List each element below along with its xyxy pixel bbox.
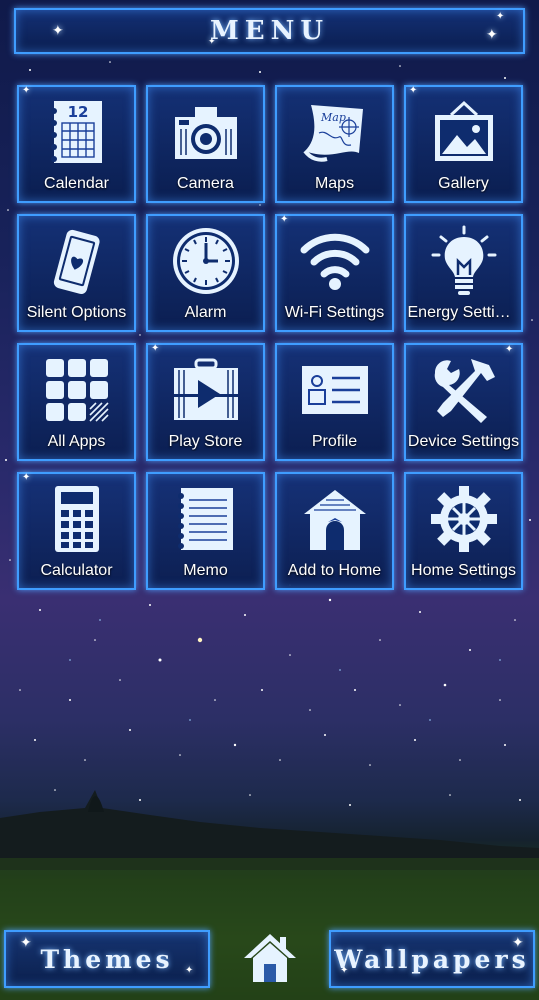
menu-header: MENU — [14, 8, 525, 54]
menu-title: MENU — [209, 16, 330, 46]
wallpapers-label: Wallpapers — [334, 944, 530, 974]
tile-label: Profile — [311, 433, 358, 450]
tile-maps[interactable]: Map Maps — [275, 85, 394, 203]
tile-home-settings[interactable]: Home Settings — [404, 472, 523, 590]
home-icon — [244, 934, 296, 982]
map-icon: Map — [295, 95, 375, 169]
memo-icon — [166, 482, 246, 556]
sparkle-icon: ✦ — [20, 935, 32, 951]
tile-label: Wi-Fi Settings — [284, 304, 385, 321]
app-grid-icon — [37, 353, 117, 427]
tile-label: Home Settings — [411, 562, 516, 579]
sparkle-icon: ✦ — [22, 85, 31, 96]
camera-icon — [166, 95, 246, 169]
tile-label: Alarm — [184, 304, 227, 321]
tile-label: Camera — [177, 175, 234, 192]
tile-label: All Apps — [47, 433, 106, 450]
profile-card-icon — [295, 353, 375, 427]
calculator-icon — [37, 482, 117, 556]
svg-text:12: 12 — [67, 103, 88, 121]
gear-icon — [424, 482, 504, 556]
wifi-icon — [295, 224, 375, 298]
tile-silent-options[interactable]: Silent Options — [17, 214, 136, 332]
tile-calendar[interactable]: 12 Calendar — [17, 85, 136, 203]
phone-heart-icon — [37, 224, 117, 298]
sparkle-icon: ✦ — [496, 11, 505, 22]
svg-text:Map: Map — [320, 111, 346, 124]
tile-label: Calculator — [40, 562, 113, 579]
tile-label: Device Settings — [407, 433, 520, 450]
tile-profile[interactable]: Profile — [275, 343, 394, 461]
tile-label: Play Store — [168, 433, 243, 450]
tile-label: Silent Options — [26, 304, 127, 321]
calendar-icon: 12 — [37, 95, 117, 169]
tile-memo[interactable]: Memo — [146, 472, 265, 590]
tile-label: Energy Settings — [407, 304, 520, 321]
sparkle-icon: ✦ — [208, 37, 216, 47]
tile-add-to-home[interactable]: Add to Home — [275, 472, 394, 590]
sparkle-icon: ✦ — [52, 23, 64, 39]
tile-device-settings[interactable]: Device Settings — [404, 343, 523, 461]
tile-label: Calendar — [44, 175, 109, 192]
sparkle-icon: ✦ — [409, 85, 418, 96]
wallpapers-button[interactable]: Wallpapers — [329, 930, 535, 988]
clock-icon — [166, 224, 246, 298]
themes-label: Themes — [40, 944, 174, 974]
play-store-icon — [166, 353, 246, 427]
tile-label: Gallery — [438, 175, 489, 192]
tile-play-store[interactable]: Play Store — [146, 343, 265, 461]
sparkle-icon: ✦ — [280, 214, 289, 225]
tools-icon — [424, 353, 504, 427]
sparkle-icon: ✦ — [512, 935, 524, 951]
sparkle-icon: ✦ — [505, 344, 514, 355]
tile-camera[interactable]: Camera — [146, 85, 265, 203]
gallery-icon — [424, 95, 504, 169]
tile-alarm[interactable]: Alarm — [146, 214, 265, 332]
sparkle-icon: ✦ — [151, 343, 160, 354]
tile-energy-settings[interactable]: Energy Settings — [404, 214, 523, 332]
sparkle-icon: ✦ — [185, 965, 194, 976]
sparkle-icon: ✦ — [486, 27, 498, 43]
tile-wifi-settings[interactable]: Wi-Fi Settings — [275, 214, 394, 332]
tile-label: Memo — [183, 562, 228, 579]
home-button[interactable] — [240, 928, 300, 988]
tile-all-apps[interactable]: All Apps — [17, 343, 136, 461]
lightbulb-icon — [424, 224, 504, 298]
house-icon — [295, 482, 375, 556]
tile-label: Maps — [314, 175, 355, 192]
tile-gallery[interactable]: Gallery — [404, 85, 523, 203]
sparkle-icon: ✦ — [22, 472, 31, 483]
tile-calculator[interactable]: Calculator — [17, 472, 136, 590]
sparkle-icon: ✦ — [340, 965, 349, 976]
themes-button[interactable]: Themes — [4, 930, 210, 988]
tile-label: Add to Home — [287, 562, 382, 579]
